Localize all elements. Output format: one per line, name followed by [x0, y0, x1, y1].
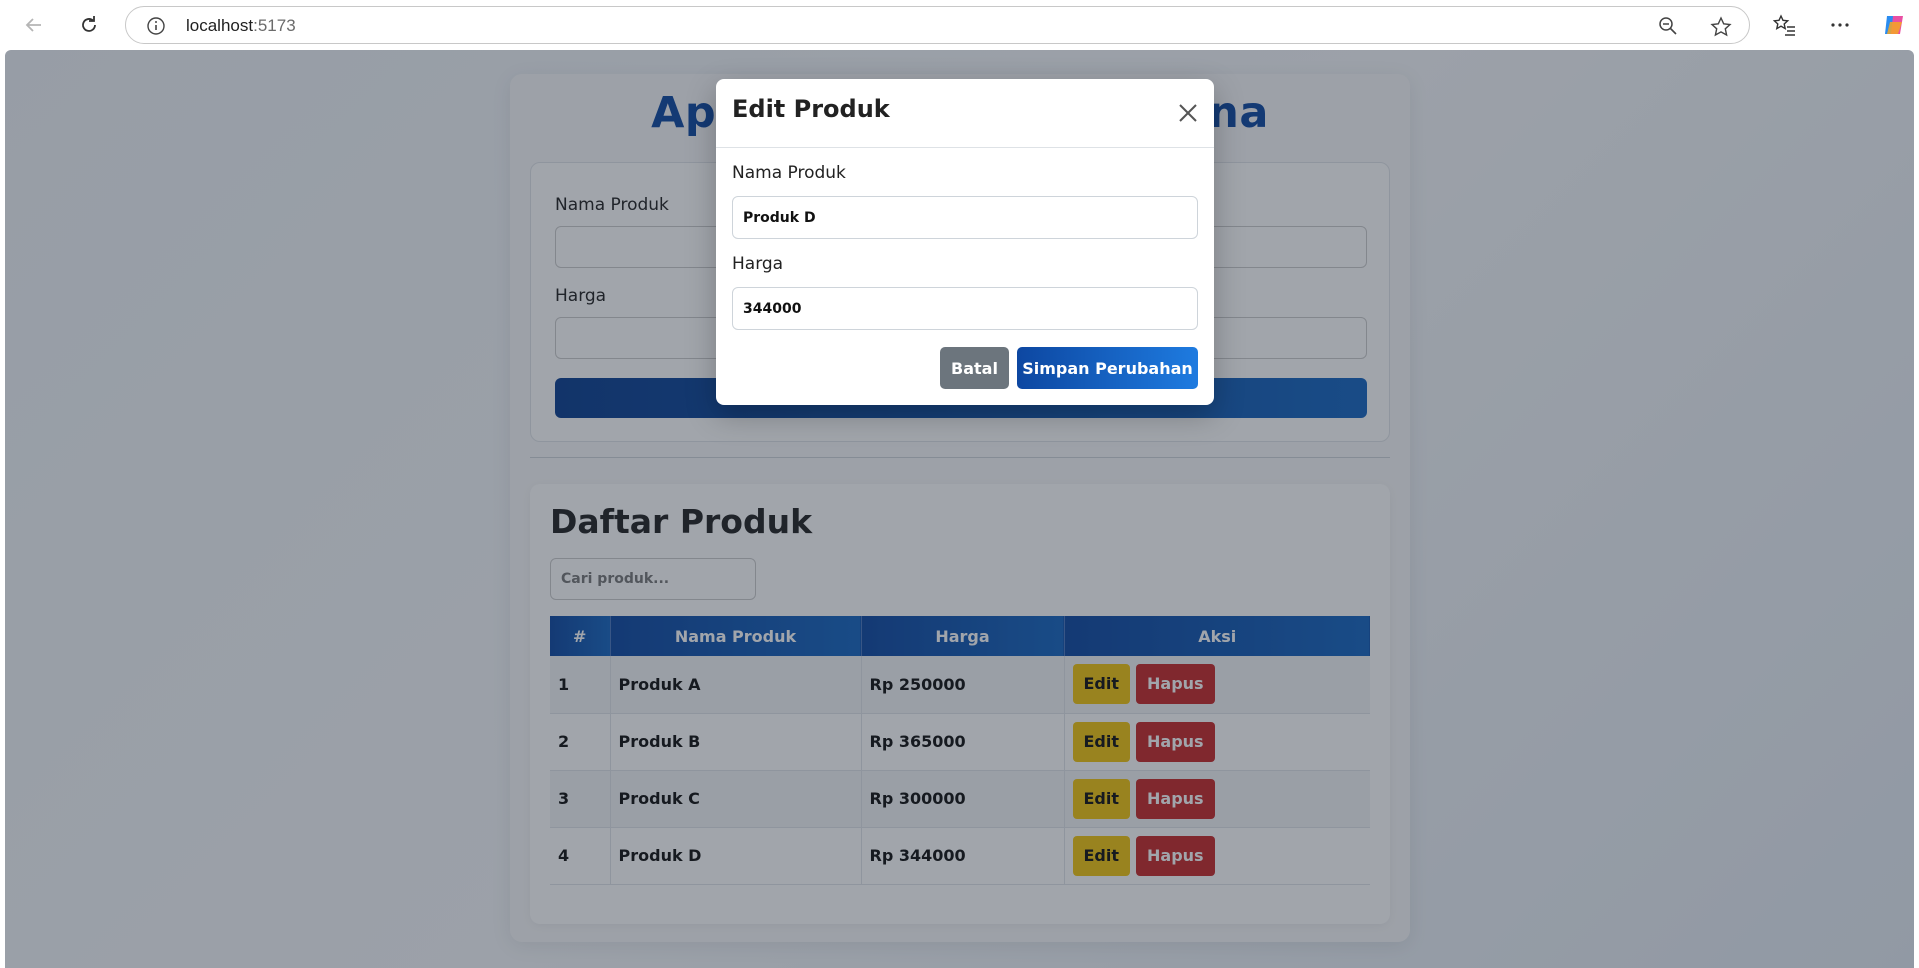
modal-title: Edit Produk: [732, 95, 890, 123]
address-bar[interactable]: localhost:5173: [125, 6, 1750, 44]
modal-price-label: Harga: [732, 254, 784, 274]
url-port: :5173: [253, 16, 296, 35]
favorites-button[interactable]: [1767, 7, 1803, 43]
edit-product-modal: Edit Produk Nama Produk Harga Batal Simp…: [716, 79, 1214, 405]
copilot-icon: [1885, 16, 1903, 34]
favorites-list-icon: [1773, 14, 1795, 36]
reload-button[interactable]: [71, 7, 107, 43]
address-url: localhost:5173: [186, 16, 296, 36]
more-menu-button[interactable]: [1822, 7, 1858, 43]
browser-toolbar: localhost:5173: [0, 0, 1919, 50]
copilot-button[interactable]: [1876, 7, 1912, 43]
modal-name-input[interactable]: [732, 196, 1198, 239]
modal-header: Edit Produk: [716, 79, 1214, 148]
site-info-icon[interactable]: [146, 16, 166, 36]
back-button[interactable]: [16, 7, 52, 43]
reload-icon: [82, 16, 96, 32]
page-viewport: Aplikasi Kasir Sederhana Nama Produk Har…: [5, 50, 1914, 968]
modal-name-label: Nama Produk: [732, 163, 846, 183]
more-dots-icon: [1831, 23, 1849, 27]
favorite-star-icon[interactable]: [1710, 16, 1732, 38]
url-host: localhost: [186, 16, 254, 35]
back-arrow-icon: [25, 18, 41, 32]
modal-price-input[interactable]: [732, 287, 1198, 330]
save-changes-button[interactable]: Simpan Perubahan: [1017, 347, 1198, 389]
close-icon[interactable]: [1176, 101, 1200, 125]
zoom-icon[interactable]: [1658, 16, 1678, 36]
cancel-button[interactable]: Batal: [940, 347, 1009, 389]
